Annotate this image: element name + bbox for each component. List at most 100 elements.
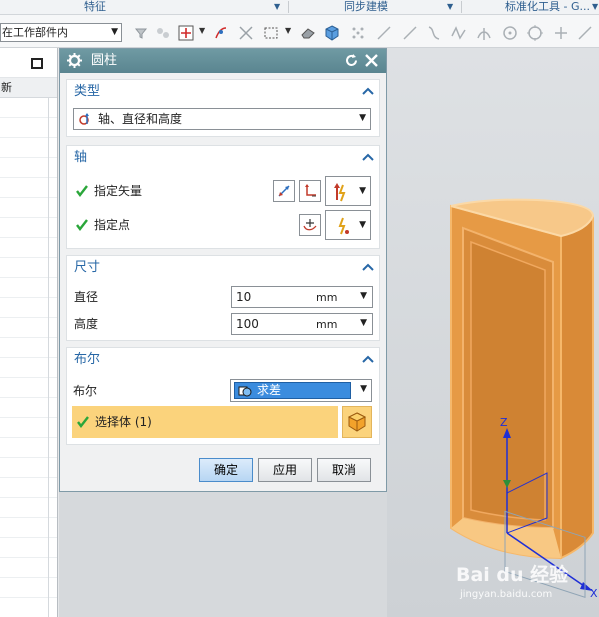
line-icon[interactable] xyxy=(400,23,420,43)
part-navigator: 新 xyxy=(0,48,58,617)
ok-button[interactable]: 确定 xyxy=(199,458,253,482)
reverse-direction-button[interactable] xyxy=(273,180,295,202)
perpendicular-icon[interactable] xyxy=(474,23,494,43)
selection-scope-value: 在工作部件内 xyxy=(2,26,68,39)
selection-scope-dropdown[interactable]: 在工作部件内 ▼ xyxy=(0,23,122,42)
diameter-label: 直径 xyxy=(74,290,99,304)
inferred-point-icon xyxy=(331,216,351,239)
type-dropdown[interactable]: 轴、直径和高度 ▼ xyxy=(73,108,371,130)
watermark-logo: Bai du 经验 xyxy=(456,564,569,586)
type-dropdown-value: 轴、直径和高度 xyxy=(98,112,183,126)
specify-point-label: 指定点 xyxy=(94,218,131,232)
diameter-value: 10 xyxy=(236,290,252,304)
diameter-unit: mm xyxy=(316,291,338,304)
ribbon-group-standard-dropdown-icon[interactable]: ▼ xyxy=(592,0,598,15)
inferred-vector-dropdown[interactable]: ▼ xyxy=(325,176,371,206)
ribbon-group-standard-tools[interactable]: 标准化工具 - G... xyxy=(505,0,590,15)
maximize-icon[interactable] xyxy=(31,58,43,69)
dialog-title-bar[interactable]: 圆柱 xyxy=(60,49,386,73)
boolean-selected-option: 求差 xyxy=(234,382,351,399)
snap-point-icon[interactable] xyxy=(176,23,196,43)
select-body-row[interactable]: 选择体 (1) xyxy=(72,406,338,438)
select-link-icon[interactable] xyxy=(153,23,173,43)
section-axis: 轴 指定矢量 ▼ 指定点 ▼ xyxy=(66,145,380,249)
chevron-up-icon[interactable] xyxy=(362,353,374,367)
axis-diameter-height-icon xyxy=(78,111,94,130)
section-axis-label: 轴 xyxy=(74,150,88,165)
spline-icon[interactable] xyxy=(449,23,469,43)
boolean-value: 求差 xyxy=(257,383,282,397)
apply-button[interactable]: 应用 xyxy=(258,458,312,482)
chevron-down-icon[interactable]: ▼ xyxy=(360,318,367,328)
chevron-down-icon[interactable]: ▼ xyxy=(285,26,291,35)
section-dimensions-label: 尺寸 xyxy=(74,260,101,275)
eraser-icon[interactable] xyxy=(298,23,318,43)
intersection-point-icon[interactable] xyxy=(236,23,256,43)
specify-vector-label: 指定矢量 xyxy=(94,184,143,198)
chevron-up-icon[interactable] xyxy=(362,261,374,275)
model-view[interactable]: Z X xyxy=(387,48,599,617)
boolean-dropdown[interactable]: 求差 ▼ xyxy=(230,379,372,402)
section-dimensions-header[interactable]: 尺寸 xyxy=(67,256,379,279)
ribbon-group-sync-modeling[interactable]: 同步建模 xyxy=(344,0,388,15)
circle-center-icon[interactable] xyxy=(500,23,520,43)
dots-pattern-icon[interactable] xyxy=(348,23,368,43)
chevron-up-icon[interactable] xyxy=(362,151,374,165)
line-icon[interactable] xyxy=(575,23,595,43)
point-dialog-button[interactable] xyxy=(299,214,321,236)
part-navigator-toolbar xyxy=(0,48,57,78)
section-axis-header[interactable]: 轴 xyxy=(67,146,379,169)
close-icon[interactable] xyxy=(363,52,380,72)
vector-dialog-button[interactable] xyxy=(299,180,321,202)
solid-cube-icon[interactable] xyxy=(322,23,342,43)
ribbon-group-sync-dropdown-icon[interactable]: ▼ xyxy=(447,0,453,15)
chevron-down-icon[interactable]: ▼ xyxy=(199,26,205,35)
section-type-header[interactable]: 类型 xyxy=(67,80,379,103)
quadrant-point-icon[interactable] xyxy=(525,23,545,43)
height-unit: mm xyxy=(316,318,338,331)
gear-icon[interactable] xyxy=(66,52,83,72)
rectangle-select-icon[interactable] xyxy=(261,23,281,43)
height-input[interactable]: 100 mm ▼ xyxy=(231,313,373,335)
curve-icon[interactable] xyxy=(424,23,444,43)
chevron-down-icon: ▼ xyxy=(359,113,366,123)
point-on-curve-icon[interactable] xyxy=(211,23,231,43)
chevron-down-icon: ▼ xyxy=(359,220,366,230)
plus-icon[interactable] xyxy=(551,23,571,43)
column-divider[interactable] xyxy=(48,98,49,617)
select-body-button[interactable] xyxy=(342,406,372,438)
chevron-up-icon[interactable] xyxy=(362,85,374,99)
inner-pocket-wall xyxy=(470,240,546,521)
check-icon xyxy=(76,415,90,432)
diameter-input[interactable]: 10 mm ▼ xyxy=(231,286,373,308)
ribbon-group-features-dropdown-icon[interactable]: ▼ xyxy=(274,0,280,15)
solid-body-icon xyxy=(347,412,367,432)
chevron-down-icon[interactable]: ▼ xyxy=(360,291,367,301)
height-value: 100 xyxy=(236,317,259,331)
part-navigator-column-header[interactable]: 新 xyxy=(0,78,57,98)
section-boolean-header[interactable]: 布尔 xyxy=(67,348,379,371)
toolbar: 在工作部件内 ▼ ▼ ▼ xyxy=(0,15,599,48)
ribbon-separator xyxy=(461,1,462,13)
chevron-down-icon: ▼ xyxy=(111,27,118,37)
subtract-icon xyxy=(238,384,252,401)
check-icon xyxy=(75,218,89,235)
inferred-vector-icon xyxy=(331,182,351,205)
filter-icon[interactable] xyxy=(131,23,151,43)
chevron-down-icon: ▼ xyxy=(360,384,367,394)
reset-icon[interactable] xyxy=(343,52,360,72)
watermark-url: jingyan.baidu.com xyxy=(460,589,553,600)
graphics-window-lower[interactable] xyxy=(59,492,387,617)
ribbon-separator xyxy=(288,1,289,13)
line-icon[interactable] xyxy=(374,23,394,43)
chevron-down-icon: ▼ xyxy=(359,186,366,196)
height-label: 高度 xyxy=(74,317,99,331)
section-boolean-label: 布尔 xyxy=(74,352,101,367)
ribbon-group-bar: 特征 ▼ 同步建模 ▼ 标准化工具 - G... ▼ xyxy=(0,0,599,15)
cancel-button[interactable]: 取消 xyxy=(317,458,371,482)
ribbon-group-features[interactable]: 特征 xyxy=(84,0,106,15)
inferred-point-dropdown[interactable]: ▼ xyxy=(325,210,371,240)
graphics-window[interactable]: Z X xyxy=(387,48,599,617)
select-body-label: 选择体 (1) xyxy=(95,415,152,429)
half-cylinder-side xyxy=(560,215,594,560)
